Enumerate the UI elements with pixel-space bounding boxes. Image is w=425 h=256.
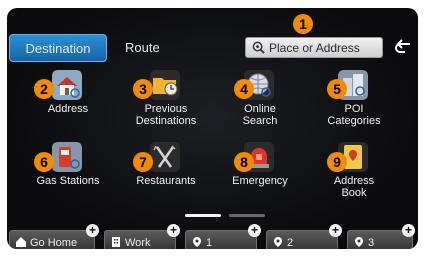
add-favorite-icon[interactable]: +: [167, 224, 180, 237]
callout-badge: 9: [327, 152, 347, 172]
favorite-work-button[interactable]: Work +: [104, 224, 180, 249]
menu-item-poi-categories[interactable]: POI Categories: [308, 70, 400, 130]
home-icon: [16, 237, 26, 247]
gas-pump-icon: [52, 142, 82, 172]
menu-item-label: Emergency: [232, 175, 288, 187]
menu-item-label: Address Book: [333, 175, 375, 199]
favorite-label: Work: [125, 237, 151, 249]
favorite-label: Go Home: [30, 237, 78, 249]
favorite-label: 1: [206, 237, 213, 249]
tab-route[interactable]: Route: [125, 34, 160, 62]
menu-item-label: Address: [47, 103, 89, 115]
favorite-pin-icon: [193, 237, 201, 247]
add-favorite-icon[interactable]: +: [329, 224, 342, 237]
callout-badge: 6: [34, 152, 54, 172]
menu-item-label: Online Search: [242, 103, 278, 127]
favorite-go-home-button[interactable]: Go Home +: [9, 224, 99, 249]
favorite-pin-icon: [355, 237, 363, 247]
callout-badge: 7: [133, 152, 153, 172]
nav-screen-frame: Destination Route Place or Address 1 Add…: [0, 0, 425, 256]
callout-badge: 8: [234, 152, 254, 172]
top-bar: Destination Route Place or Address: [7, 34, 418, 62]
menu-item-label: Previous Destinations: [135, 103, 197, 127]
house-icon: [52, 70, 82, 100]
favorite-label: 2: [287, 237, 294, 249]
search-input[interactable]: Place or Address: [245, 37, 383, 58]
menu-item-gas-stations[interactable]: Gas Stations: [22, 142, 114, 202]
menu-item-address-book[interactable]: Address Book: [308, 142, 400, 202]
back-icon[interactable]: [391, 35, 417, 61]
favorite-label: 3: [368, 237, 375, 249]
menu-item-label: Restaurants: [136, 175, 196, 187]
menu-item-restaurants[interactable]: Restaurants: [120, 142, 212, 202]
callout-badge-search: 1: [293, 14, 313, 34]
callout-badge: 2: [34, 79, 54, 99]
callout-badge: 5: [327, 79, 347, 99]
building-icon: [112, 237, 120, 247]
search-placeholder: Place or Address: [269, 41, 360, 55]
menu-item-emergency[interactable]: Emergency: [214, 142, 306, 202]
menu-item-address[interactable]: Address: [22, 70, 114, 130]
menu-item-online-search[interactable]: Online Search: [214, 70, 306, 130]
menu-item-label: Gas Stations: [36, 175, 100, 187]
tab-destination[interactable]: Destination: [9, 34, 107, 62]
favorites-bar: Go Home + Work + 1 + 2 + 3 +: [7, 224, 418, 249]
page-indicator-inactive[interactable]: [229, 214, 265, 217]
search-icon: [252, 41, 265, 54]
menu-item-label: POI Categories: [327, 103, 381, 127]
favorite-3-button[interactable]: 3 +: [347, 224, 415, 249]
favorite-pin-icon: [274, 237, 282, 247]
page-indicator-active: [185, 214, 221, 217]
add-favorite-icon[interactable]: +: [86, 224, 99, 237]
favorite-1-button[interactable]: 1 +: [185, 224, 261, 249]
add-favorite-icon[interactable]: +: [248, 224, 261, 237]
menu-item-previous-destinations[interactable]: Previous Destinations: [120, 70, 212, 130]
callout-badge: 4: [234, 79, 254, 99]
callout-badge: 3: [133, 79, 153, 99]
favorite-2-button[interactable]: 2 +: [266, 224, 342, 249]
folder-clock-icon: [150, 70, 180, 100]
fork-knife-icon: [150, 142, 180, 172]
navigation-menu-screen: Destination Route Place or Address 1 Add…: [7, 8, 418, 249]
add-favorite-icon[interactable]: +: [402, 224, 415, 237]
